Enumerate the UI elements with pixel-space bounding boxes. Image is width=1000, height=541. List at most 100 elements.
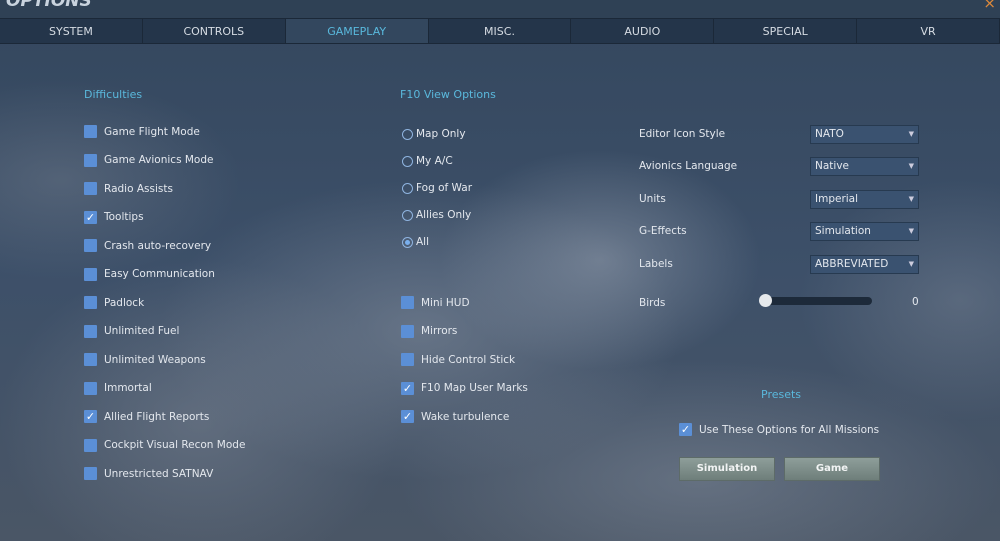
radio-icon (402, 182, 413, 194)
f10-radio[interactable]: Map Only (402, 128, 466, 140)
checkbox-icon (84, 467, 97, 480)
checkbox-label: Padlock (104, 296, 145, 309)
radio-icon (402, 128, 413, 140)
f10-radio[interactable]: My A/C (402, 155, 453, 167)
use-all-missions-checkbox[interactable]: ✓ Use These Options for All Missions (679, 423, 879, 436)
checkbox-label: Tooltips (104, 211, 144, 223)
game-preset-button[interactable]: Game (784, 457, 880, 481)
setting-dropdown[interactable]: Native ▼ (810, 157, 919, 176)
radio-icon (402, 209, 413, 221)
f10-radio[interactable]: Allies Only (402, 209, 471, 221)
difficulty-checkbox[interactable]: Padlock (84, 296, 144, 309)
setting-dropdown[interactable]: Imperial ▼ (810, 190, 919, 209)
setting-label: G-Effects (639, 225, 687, 237)
checkbox-label: Allied Flight Reports (104, 410, 210, 423)
checkbox-icon (84, 296, 97, 309)
checkbox-label: Mirrors (421, 325, 458, 337)
setting-dropdown[interactable]: ABBREVIATED ▼ (810, 255, 919, 274)
checkbox-label: Unlimited Fuel (104, 325, 180, 337)
tab-controls[interactable]: CONTROLS (143, 19, 286, 43)
radio-label: Allies Only (416, 209, 472, 221)
checkbox-icon (84, 239, 97, 252)
difficulty-checkbox[interactable]: Easy Communication (84, 267, 215, 281)
tab-audio[interactable]: AUDIO (571, 19, 715, 43)
checkbox-icon (401, 353, 414, 366)
checkbox-label: Unlimited Weapons (104, 353, 206, 366)
difficulty-checkbox[interactable]: Radio Assists (84, 182, 173, 195)
dropdown-value: ABBREVIATED (815, 258, 889, 270)
setting-dropdown[interactable]: Simulation ▼ (810, 222, 919, 241)
checkbox-label: Radio Assists (104, 182, 173, 195)
difficulty-checkbox[interactable]: Unrestricted SATNAV (84, 467, 213, 480)
option-checkbox[interactable]: ✓ Wake turbulence (401, 410, 509, 423)
option-checkbox[interactable]: ✓ F10 Map User Marks (401, 381, 528, 395)
radio-icon (402, 155, 413, 167)
checkbox-icon (84, 438, 97, 452)
difficulty-checkbox[interactable]: ✓ Tooltips (84, 210, 144, 224)
setting-dropdown[interactable]: NATO ▼ (810, 125, 919, 144)
dropdown-value: Simulation (815, 225, 871, 237)
birds-slider[interactable] (759, 294, 872, 307)
dropdown-value: NATO (815, 128, 844, 140)
tab-system[interactable]: SYSTEM (0, 19, 143, 43)
checkbox-icon: ✓ (401, 410, 414, 423)
birds-value: 0 (912, 296, 919, 308)
checkbox-label: Crash auto-recovery (104, 239, 212, 252)
tab-vr[interactable]: VR (857, 19, 1000, 43)
difficulty-checkbox[interactable]: Game Flight Mode (84, 125, 200, 138)
checkbox-label: Game Avionics Mode (104, 154, 214, 166)
title-bar: OPTIONS × (0, 0, 1000, 18)
checkbox-label: Use These Options for All Missions (699, 423, 880, 436)
checkbox-label: Easy Communication (104, 268, 215, 280)
presets-heading: Presets (761, 388, 802, 401)
difficulty-checkbox[interactable]: Unlimited Weapons (84, 353, 206, 366)
difficulty-checkbox[interactable]: Crash auto-recovery (84, 239, 211, 252)
difficulty-checkbox[interactable]: Game Avionics Mode (84, 153, 214, 167)
chevron-down-icon: ▼ (908, 162, 914, 170)
checkbox-icon (84, 324, 97, 338)
checkbox-label: Unrestricted SATNAV (104, 467, 214, 480)
checkbox-label: Immortal (104, 382, 152, 394)
checkbox-icon (84, 353, 97, 366)
radio-label: My A/C (416, 155, 453, 167)
checkbox-icon (84, 125, 97, 138)
dropdown-value: Imperial (815, 193, 859, 205)
setting-label: Labels (639, 258, 673, 270)
checkbox-icon (401, 296, 414, 309)
radio-icon (402, 236, 413, 248)
checkbox-icon (84, 267, 97, 281)
f10-radio[interactable]: All (402, 236, 429, 248)
checkbox-icon: ✓ (84, 410, 97, 423)
tab-misc[interactable]: MISC. (429, 19, 572, 43)
option-checkbox[interactable]: Mirrors (401, 324, 458, 338)
checkbox-label: Hide Control Stick (421, 353, 516, 366)
difficulty-checkbox[interactable]: Cockpit Visual Recon Mode (84, 438, 246, 452)
setting-label: Units (639, 193, 666, 205)
tab-special[interactable]: SPECIAL (714, 19, 858, 43)
chevron-down-icon: ▼ (908, 195, 914, 203)
simulation-preset-button[interactable]: Simulation (679, 457, 775, 481)
difficulty-checkbox[interactable]: ✓ Allied Flight Reports (84, 410, 209, 423)
radio-label: All (416, 236, 430, 248)
tab-gameplay[interactable]: GAMEPLAY (285, 19, 429, 43)
f10-radio[interactable]: Fog of War (402, 182, 472, 194)
chevron-down-icon: ▼ (908, 260, 914, 268)
option-checkbox[interactable]: Mini HUD (401, 296, 470, 309)
option-checkbox[interactable]: Hide Control Stick (401, 353, 515, 366)
close-icon[interactable]: × (983, 0, 996, 12)
checkbox-icon: ✓ (84, 210, 97, 224)
tab-bar: SYSTEM CONTROLS GAMEPLAY MISC. AUDIO SPECIAL V… (0, 18, 1000, 44)
setting-label: Avionics Language (639, 160, 738, 172)
window-title: OPTIONS (6, 0, 92, 11)
checkbox-icon (84, 381, 97, 395)
checkbox-label: F10 Map User Marks (421, 382, 528, 394)
chevron-down-icon: ▼ (908, 130, 914, 138)
difficulty-checkbox[interactable]: Immortal (84, 381, 152, 395)
chevron-down-icon: ▼ (908, 227, 914, 235)
difficulties-heading: Difficulties (84, 88, 143, 101)
checkbox-label: Cockpit Visual Recon Mode (104, 439, 246, 451)
dropdown-value: Native (815, 160, 849, 172)
radio-label: Map Only (416, 128, 466, 140)
difficulty-checkbox[interactable]: Unlimited Fuel (84, 324, 180, 338)
slider-handle[interactable] (759, 294, 772, 307)
